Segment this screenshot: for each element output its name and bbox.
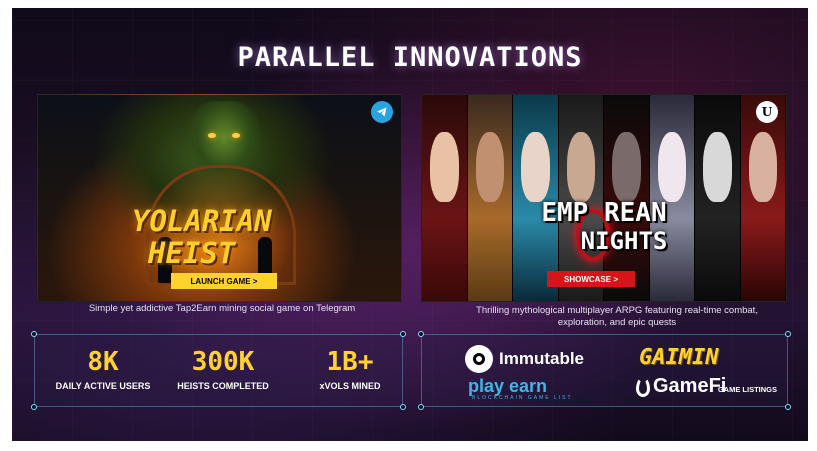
empyrean-nights-card[interactable]: EMP REAN NIGHTS U SHOWCASE > <box>421 94 787 302</box>
immutable-icon <box>465 345 493 373</box>
yolarian-heist-logo: YOLARIAN HEIST <box>132 204 272 270</box>
empyrean-description: Thrilling mythological multiplayer ARPG … <box>476 305 758 328</box>
stat-xvols-mined: 1B+ xVOLS MINED <box>319 347 381 391</box>
slide: PARALLEL INNOVATIONS YOLARIAN HEIST LAUN… <box>12 8 808 441</box>
gaimin-logo[interactable]: GAIMIN <box>639 345 718 370</box>
character-panel <box>740 95 786 301</box>
flame-icon <box>636 376 650 397</box>
showcase-button[interactable]: SHOWCASE > <box>547 271 635 287</box>
launch-game-button[interactable]: LAUNCH GAME > <box>171 273 277 289</box>
telegram-icon[interactable] <box>371 101 393 123</box>
yolarian-description: Simple yet addictive Tap2Earn mining soc… <box>88 303 356 314</box>
character-panel <box>422 95 468 301</box>
game-listings-caption: GAME LISTINGS <box>717 385 777 394</box>
stat-daily-active-users: 8K DAILY ACTIVE USERS <box>55 347 151 391</box>
character-panel <box>467 95 513 301</box>
yolarian-heist-card[interactable]: YOLARIAN HEIST LAUNCH GAME > <box>37 94 402 302</box>
empyrean-nights-logo: EMP REAN NIGHTS <box>541 198 668 255</box>
stat-heists-completed: 300K HEISTS COMPLETED <box>177 347 269 391</box>
character-panel <box>695 95 741 301</box>
play-to-earn-logo[interactable]: play earn BLOCKCHAIN GAME LIST <box>468 377 573 401</box>
page-title: PARALLEL INNOVATIONS <box>237 42 583 73</box>
immutable-logo[interactable]: Immutable <box>465 345 584 373</box>
unreal-engine-icon: U <box>756 101 778 123</box>
gamefi-logo[interactable]: GameFi <box>636 375 726 398</box>
stats-panel: 8K DAILY ACTIVE USERS 300K HEISTS COMPLE… <box>31 331 406 410</box>
game-listings-panel: Immutable GAIMIN play earn BLOCKCHAIN GA… <box>418 331 791 410</box>
